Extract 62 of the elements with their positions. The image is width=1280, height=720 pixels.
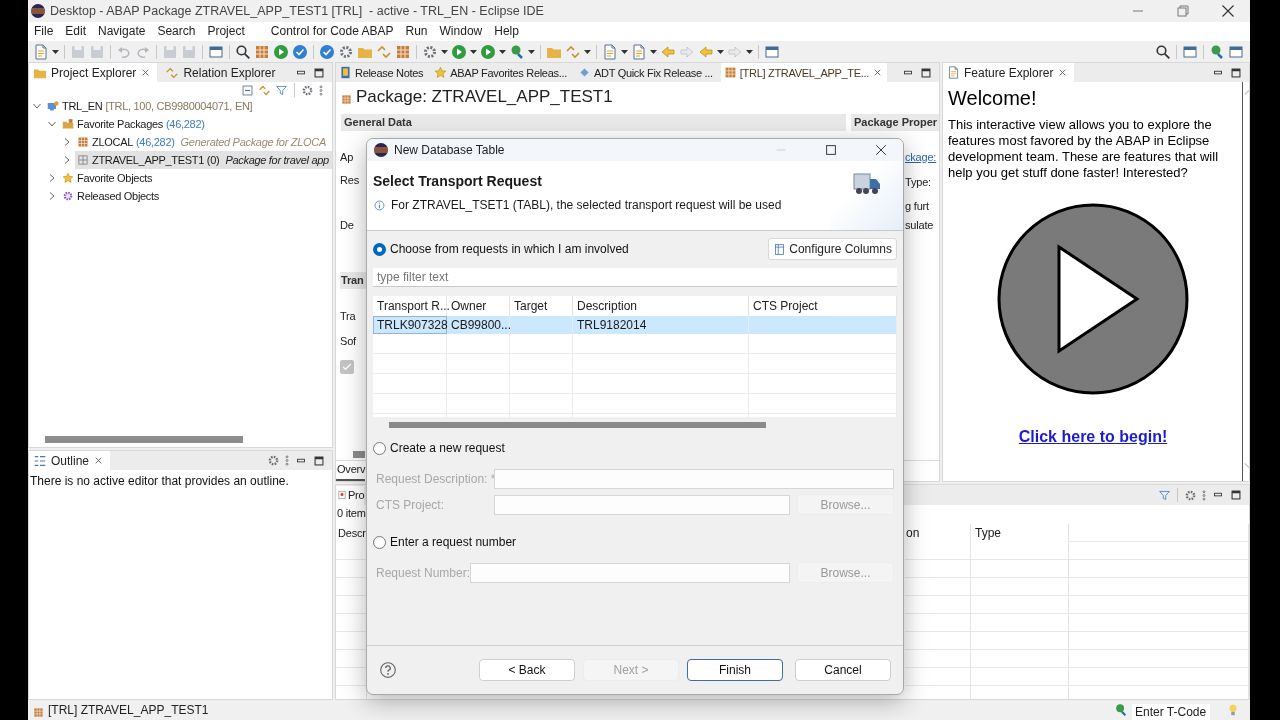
welcome-heading: Welcome! bbox=[948, 86, 1037, 111]
window-title: Desktop - ABAP Package ZTRAVEL_APP_TEST1 [TRL] - active - TRL_EN - Eclipse IDE bbox=[50, 4, 544, 18]
label-text: Sof bbox=[339, 334, 357, 349]
label-text: sulate bbox=[904, 218, 935, 233]
tab[interactable]: Relation Explorer bbox=[161, 63, 282, 82]
dialog-button[interactable]: Cancel bbox=[795, 659, 891, 681]
label-text: De bbox=[339, 218, 355, 233]
tree-item[interactable]: Favorite Packages (46,282) bbox=[60, 115, 207, 133]
field-label: CTS Project: bbox=[375, 497, 445, 512]
dialog-heading: Select Transport Request bbox=[373, 173, 543, 189]
label-text: Type: bbox=[904, 175, 932, 190]
tab[interactable]: Release Notes bbox=[336, 63, 428, 82]
dialog-button[interactable]: < Back bbox=[479, 659, 575, 681]
table-cell: TRL9182014 bbox=[577, 318, 647, 332]
editor-title: Package: ZTRAVEL_APP_TEST1 bbox=[356, 87, 613, 107]
link[interactable]: Click here to begin! bbox=[1018, 427, 1168, 447]
info-message: For ZTRAVEL_TSET1 (TABL), the selected transport request will be used bbox=[391, 197, 782, 213]
menu-item[interactable]: Window bbox=[433, 22, 489, 41]
filter-field[interactable]: type filter text bbox=[373, 268, 897, 287]
menu-item[interactable]: Search bbox=[151, 22, 202, 41]
tab[interactable]: [TRL] ZTRAVEL_APP_TE... bbox=[720, 63, 888, 82]
section-header: General Data bbox=[341, 114, 846, 131]
tree-item[interactable]: ZLOCAL (46,282) Generated Package for ZLOCA bbox=[75, 133, 328, 151]
tree-item[interactable]: TRL_EN [TRL, 100, CB9980004071, EN] bbox=[45, 97, 255, 115]
table-cell: CB99800... bbox=[451, 318, 512, 332]
menu-item[interactable]: Edit bbox=[59, 22, 93, 41]
configure-columns-button[interactable]: Configure Columns bbox=[768, 238, 897, 260]
tree-item[interactable]: ZTRAVEL_APP_TEST1 (0) Package for travel app bbox=[75, 151, 332, 169]
label-text: Res bbox=[339, 173, 360, 188]
menu-item[interactable]: File bbox=[28, 22, 60, 41]
section-header: Tran bbox=[340, 272, 367, 289]
menu-item[interactable]: Run bbox=[399, 22, 434, 41]
tab[interactable]: Outline bbox=[29, 451, 111, 470]
link[interactable]: ckage: bbox=[905, 151, 937, 163]
menu-item[interactable]: Help bbox=[488, 22, 525, 41]
section-header: Package Proper bbox=[851, 114, 939, 131]
outline-message: There is no active editor that provides an outline. bbox=[29, 473, 290, 490]
tcode-field[interactable]: Enter T-Code bbox=[1132, 704, 1210, 720]
dialog-title: New Database Table bbox=[394, 143, 505, 157]
menu-item[interactable]: Project bbox=[201, 22, 251, 41]
tree-item[interactable]: Favorite Objects bbox=[60, 169, 155, 187]
menu-item[interactable]: Navigate bbox=[92, 22, 152, 41]
label-text: Tra bbox=[339, 309, 357, 324]
table-row[interactable]: TRLK907328 CB99800... TRL9182014 bbox=[373, 316, 897, 334]
status-text: [TRL] ZTRAVEL_APP_TEST1 bbox=[48, 703, 209, 717]
table-cell: TRLK907328 bbox=[377, 318, 448, 332]
tab[interactable]: Pro bbox=[336, 485, 365, 505]
tree-item[interactable]: Released Objects bbox=[60, 187, 162, 205]
option-label[interactable]: Enter a request number bbox=[390, 535, 517, 549]
tab[interactable]: ADT Quick Fix Release ... bbox=[575, 63, 717, 82]
menu-item[interactable]: Control for Code ABAP bbox=[264, 22, 400, 41]
tab[interactable]: ABAP Favorites Releas... bbox=[431, 63, 571, 82]
label-text: g furt bbox=[904, 199, 930, 214]
label-text: Ap bbox=[339, 150, 355, 165]
tab[interactable]: Project Explorer bbox=[29, 63, 158, 82]
dialog-button[interactable]: Finish bbox=[687, 659, 783, 681]
intro-text: This interactive view allows you to explore the features most favored by the ABAP in Eclipse development team. These are features that will help you get stuff done faster! Interested? bbox=[948, 117, 1220, 181]
column-header[interactable]: Transport R... bbox=[373, 296, 447, 316]
option-label[interactable]: Choose from requests in which I am involved bbox=[390, 242, 629, 256]
item-count: 0 item bbox=[336, 506, 366, 521]
tab[interactable]: Feature Explorer bbox=[943, 63, 1075, 82]
option-label[interactable]: Create a new request bbox=[390, 441, 505, 455]
